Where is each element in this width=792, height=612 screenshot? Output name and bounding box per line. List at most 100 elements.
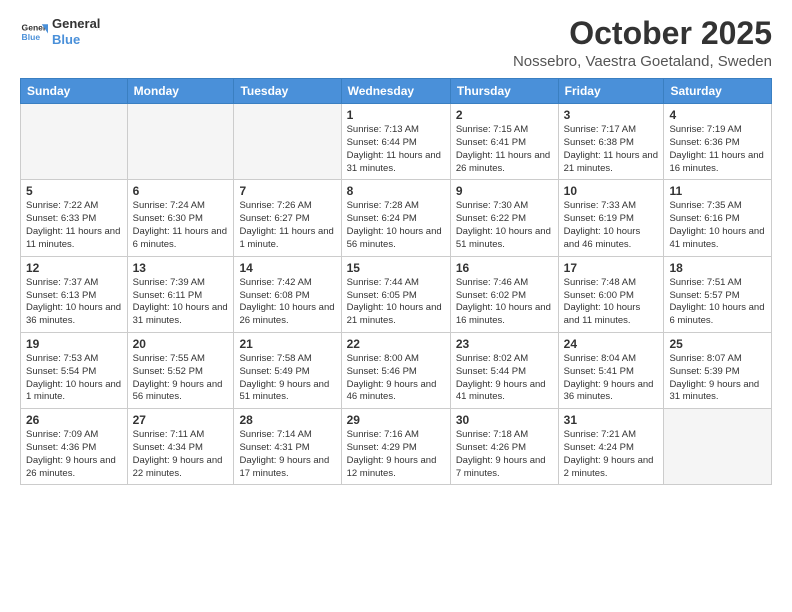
col-sunday: Sunday <box>21 79 128 104</box>
svg-text:Blue: Blue <box>22 31 41 41</box>
day-info: Sunrise: 7:17 AM Sunset: 6:38 PM Dayligh… <box>564 124 659 175</box>
day-number: 29 <box>347 413 445 427</box>
table-row: 24Sunrise: 8:04 AM Sunset: 5:41 PM Dayli… <box>558 332 664 408</box>
day-info: Sunrise: 7:48 AM Sunset: 6:00 PM Dayligh… <box>564 277 659 328</box>
table-row: 25 Sunrise: 8:07 AM Sunset: 5:39 PM Dayli… <box>664 332 772 408</box>
day-info: Sunrise: 7:13 AM Sunset: 6:44 PM Dayligh… <box>347 124 445 175</box>
table-row: 2Sunrise: 7:15 AM Sunset: 6:41 PM Daylig… <box>450 104 558 180</box>
table-row: 1 Sunrise: 7:13 AM Sunset: 6:44 PM Daylig… <box>341 104 450 180</box>
logo-text: General Blue <box>52 16 100 47</box>
day-number: 18 <box>669 261 766 275</box>
day-number: 3 <box>564 108 659 122</box>
day-number: 16 <box>456 261 553 275</box>
calendar-week-row: 19Sunrise: 7:53 AM Sunset: 5:54 PM Dayli… <box>21 332 772 408</box>
table-row: 3 Sunrise: 7:17 AM Sunset: 6:38 PM Daylig… <box>558 104 664 180</box>
day-number: 27 <box>133 413 229 427</box>
day-info: Sunrise: 7:22 AM Sunset: 6:33 PM Dayligh… <box>26 200 122 251</box>
table-row: 6Sunrise: 7:24 AM Sunset: 6:30 PM Daylig… <box>127 180 234 256</box>
day-info: Sunrise: 7:30 AM Sunset: 6:22 PM Dayligh… <box>456 200 553 251</box>
logo-icon: General Blue <box>20 18 48 46</box>
table-row: 20 Sunrise: 7:55 AM Sunset: 5:52 PM Dayli… <box>127 332 234 408</box>
day-number: 4 <box>669 108 766 122</box>
table-row: 5Sunrise: 7:22 AM Sunset: 6:33 PM Daylig… <box>21 180 128 256</box>
day-number: 21 <box>239 337 335 351</box>
day-number: 23 <box>456 337 553 351</box>
day-number: 9 <box>456 184 553 198</box>
calendar-header-row: Sunday Monday Tuesday Wednesday Thursday… <box>21 79 772 104</box>
table-row: 28 Sunrise: 7:14 AM Sunset: 4:31 PM Dayli… <box>234 409 341 485</box>
day-number: 7 <box>239 184 335 198</box>
day-number: 14 <box>239 261 335 275</box>
table-row: 22 Sunrise: 8:00 AM Sunset: 5:46 PM Dayli… <box>341 332 450 408</box>
calendar-week-row: 5Sunrise: 7:22 AM Sunset: 6:33 PM Daylig… <box>21 180 772 256</box>
day-info: Sunrise: 7:46 AM Sunset: 6:02 PM Dayligh… <box>456 277 553 328</box>
calendar-table: Sunday Monday Tuesday Wednesday Thursday… <box>20 78 772 485</box>
table-row: 13 Sunrise: 7:39 AM Sunset: 6:11 PM Dayli… <box>127 256 234 332</box>
day-info: Sunrise: 7:28 AM Sunset: 6:24 PM Dayligh… <box>347 200 445 251</box>
calendar-title: October 2025 <box>513 16 772 51</box>
day-info: Sunrise: 7:37 AM Sunset: 6:13 PM Dayligh… <box>26 277 122 328</box>
table-row: 26 Sunrise: 7:09 AM Sunset: 4:36 PM Dayli… <box>21 409 128 485</box>
day-info: Sunrise: 7:14 AM Sunset: 4:31 PM Dayligh… <box>239 429 335 480</box>
logo-line2: Blue <box>52 32 100 48</box>
col-thursday: Thursday <box>450 79 558 104</box>
day-number: 11 <box>669 184 766 198</box>
day-info: Sunrise: 7:16 AM Sunset: 4:29 PM Dayligh… <box>347 429 445 480</box>
day-number: 20 <box>133 337 229 351</box>
day-info: Sunrise: 7:33 AM Sunset: 6:19 PM Dayligh… <box>564 200 659 251</box>
day-number: 17 <box>564 261 659 275</box>
calendar-subtitle: Nossebro, Vaestra Goetaland, Sweden <box>513 53 772 70</box>
table-row: 16 Sunrise: 7:46 AM Sunset: 6:02 PM Dayli… <box>450 256 558 332</box>
day-info: Sunrise: 7:19 AM Sunset: 6:36 PM Dayligh… <box>669 124 766 175</box>
calendar-week-row: 26 Sunrise: 7:09 AM Sunset: 4:36 PM Dayli… <box>21 409 772 485</box>
table-row: 15 Sunrise: 7:44 AM Sunset: 6:05 PM Dayli… <box>341 256 450 332</box>
table-row: 10Sunrise: 7:33 AM Sunset: 6:19 PM Dayli… <box>558 180 664 256</box>
table-row: 8 Sunrise: 7:28 AM Sunset: 6:24 PM Daylig… <box>341 180 450 256</box>
day-number: 12 <box>26 261 122 275</box>
day-info: Sunrise: 8:00 AM Sunset: 5:46 PM Dayligh… <box>347 353 445 404</box>
day-info: Sunrise: 7:39 AM Sunset: 6:11 PM Dayligh… <box>133 277 229 328</box>
logo: General Blue General Blue <box>20 16 100 47</box>
calendar-week-row: 12 Sunrise: 7:37 AM Sunset: 6:13 PM Dayli… <box>21 256 772 332</box>
table-row: 27Sunrise: 7:11 AM Sunset: 4:34 PM Dayli… <box>127 409 234 485</box>
table-row <box>234 104 341 180</box>
day-info: Sunrise: 7:42 AM Sunset: 6:08 PM Dayligh… <box>239 277 335 328</box>
col-saturday: Saturday <box>664 79 772 104</box>
page: General Blue General Blue October 2025 N… <box>0 0 792 612</box>
header: General Blue General Blue October 2025 N… <box>20 16 772 70</box>
day-info: Sunrise: 7:53 AM Sunset: 5:54 PM Dayligh… <box>26 353 122 404</box>
day-number: 31 <box>564 413 659 427</box>
day-info: Sunrise: 7:18 AM Sunset: 4:26 PM Dayligh… <box>456 429 553 480</box>
day-number: 13 <box>133 261 229 275</box>
day-number: 25 <box>669 337 766 351</box>
day-info: Sunrise: 7:21 AM Sunset: 4:24 PM Dayligh… <box>564 429 659 480</box>
table-row: 9 Sunrise: 7:30 AM Sunset: 6:22 PM Daylig… <box>450 180 558 256</box>
day-info: Sunrise: 7:44 AM Sunset: 6:05 PM Dayligh… <box>347 277 445 328</box>
day-number: 1 <box>347 108 445 122</box>
calendar-week-row: 1 Sunrise: 7:13 AM Sunset: 6:44 PM Daylig… <box>21 104 772 180</box>
table-row: 31 Sunrise: 7:21 AM Sunset: 4:24 PM Dayli… <box>558 409 664 485</box>
table-row: 14 Sunrise: 7:42 AM Sunset: 6:08 PM Dayli… <box>234 256 341 332</box>
table-row: 12 Sunrise: 7:37 AM Sunset: 6:13 PM Dayli… <box>21 256 128 332</box>
day-number: 28 <box>239 413 335 427</box>
col-wednesday: Wednesday <box>341 79 450 104</box>
table-row: 7Sunrise: 7:26 AM Sunset: 6:27 PM Daylig… <box>234 180 341 256</box>
table-row: 17 Sunrise: 7:48 AM Sunset: 6:00 PM Dayli… <box>558 256 664 332</box>
day-number: 22 <box>347 337 445 351</box>
table-row: 4 Sunrise: 7:19 AM Sunset: 6:36 PM Daylig… <box>664 104 772 180</box>
day-info: Sunrise: 8:07 AM Sunset: 5:39 PM Dayligh… <box>669 353 766 404</box>
table-row: 19Sunrise: 7:53 AM Sunset: 5:54 PM Dayli… <box>21 332 128 408</box>
day-info: Sunrise: 8:02 AM Sunset: 5:44 PM Dayligh… <box>456 353 553 404</box>
day-number: 26 <box>26 413 122 427</box>
day-info: Sunrise: 7:35 AM Sunset: 6:16 PM Dayligh… <box>669 200 766 251</box>
day-number: 8 <box>347 184 445 198</box>
day-info: Sunrise: 7:24 AM Sunset: 6:30 PM Dayligh… <box>133 200 229 251</box>
day-number: 15 <box>347 261 445 275</box>
table-row <box>21 104 128 180</box>
day-info: Sunrise: 7:55 AM Sunset: 5:52 PM Dayligh… <box>133 353 229 404</box>
day-info: Sunrise: 7:09 AM Sunset: 4:36 PM Dayligh… <box>26 429 122 480</box>
day-info: Sunrise: 7:58 AM Sunset: 5:49 PM Dayligh… <box>239 353 335 404</box>
table-row: 29 Sunrise: 7:16 AM Sunset: 4:29 PM Dayli… <box>341 409 450 485</box>
table-row <box>664 409 772 485</box>
day-info: Sunrise: 7:15 AM Sunset: 6:41 PM Dayligh… <box>456 124 553 175</box>
